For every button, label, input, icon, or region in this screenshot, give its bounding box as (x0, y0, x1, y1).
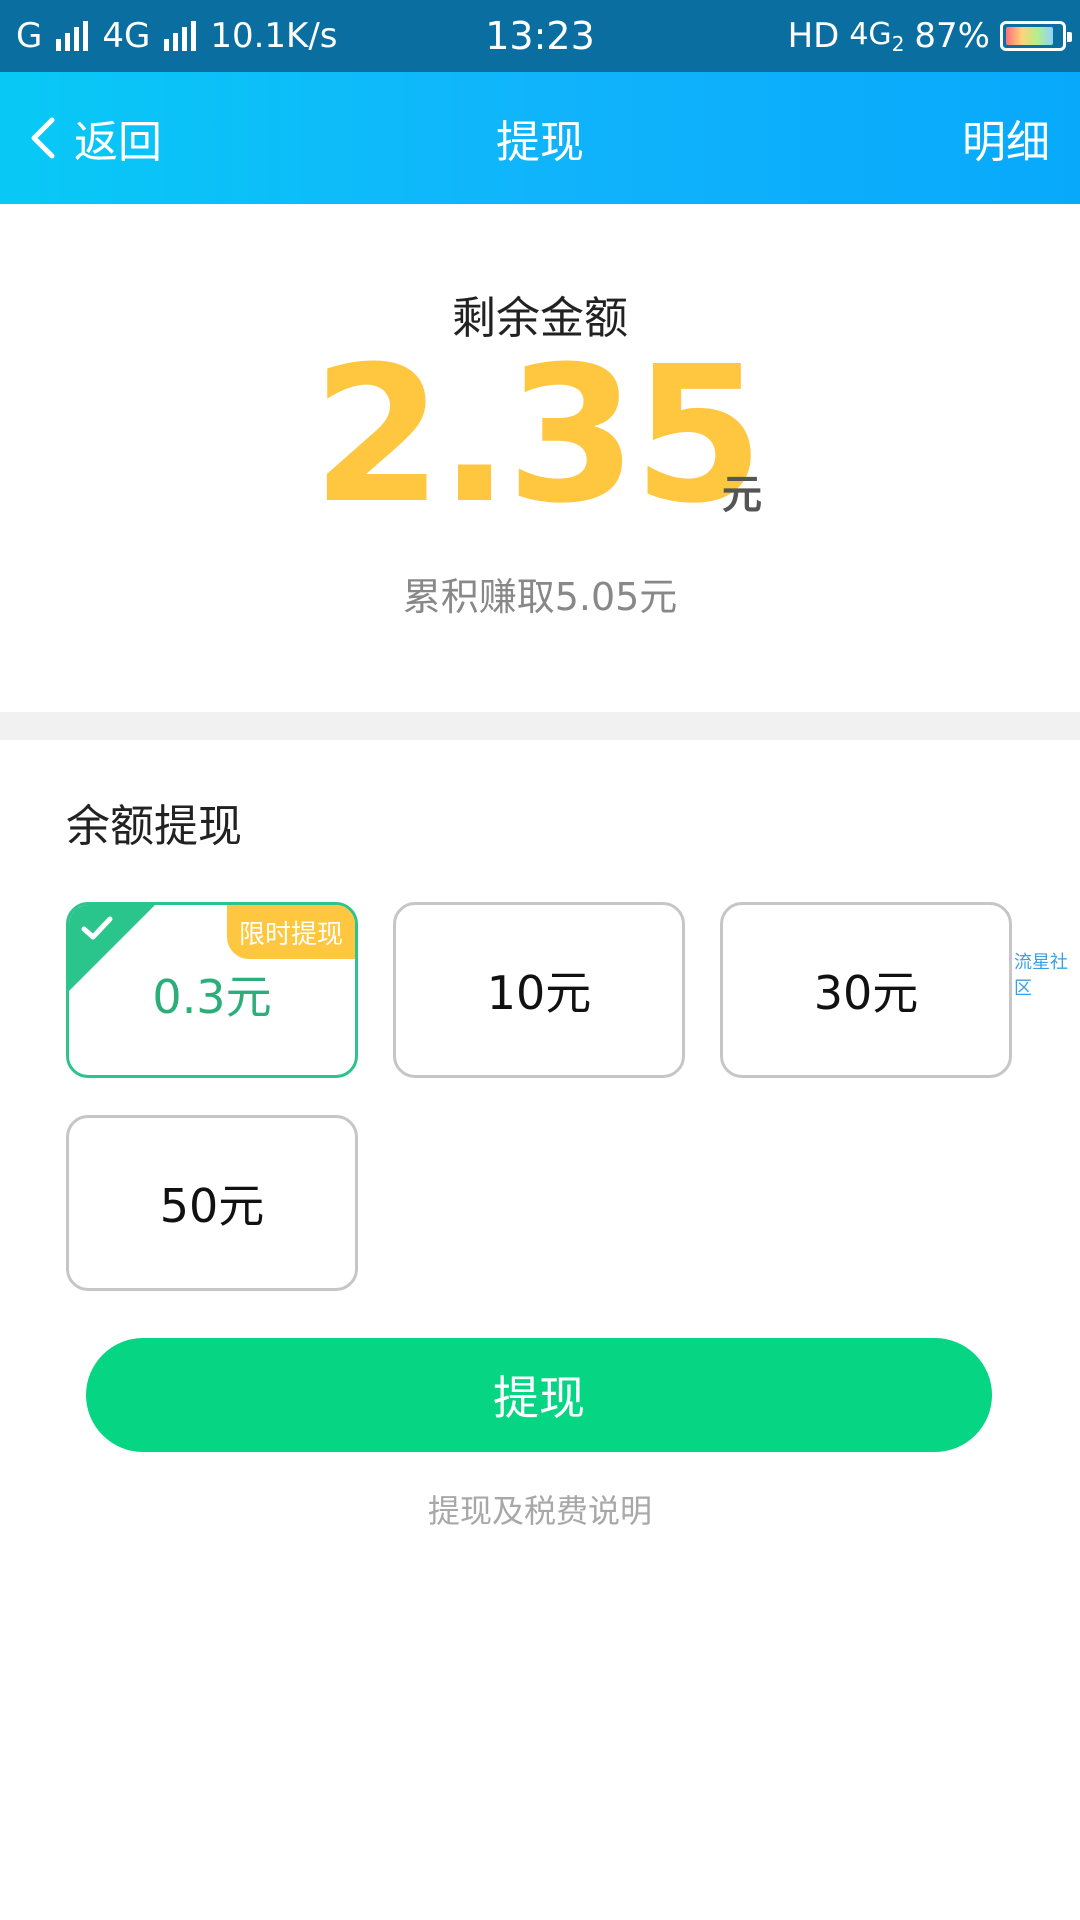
section-divider (0, 712, 1080, 740)
withdraw-option-50[interactable]: 50元 (66, 1115, 358, 1291)
status-right: HD 4G2 87% (787, 0, 1072, 72)
option-label: 30元 (813, 966, 919, 1020)
withdraw-option-30[interactable]: 30元 (720, 902, 1012, 1078)
lte-label: 4G (849, 16, 892, 52)
battery-fill (1006, 27, 1053, 45)
withdraw-option-10[interactable]: 10元 (393, 902, 685, 1078)
limited-time-tag: 限时提现 (226, 905, 355, 959)
earned-total: 累积赚取5.05元 (402, 575, 678, 619)
option-label: 50元 (159, 1179, 265, 1233)
status-bar: G 4G 10.1K/s 13:23 HD 4G2 87% (0, 0, 1080, 72)
lte-sub-label: 2 (891, 31, 905, 56)
option-label: 10元 (486, 966, 592, 1020)
withdraw-button[interactable]: 提现 (86, 1338, 992, 1452)
check-icon (81, 916, 113, 940)
battery-icon (1000, 21, 1072, 51)
withdraw-option-0-3[interactable]: 限时提现 0.3元 (66, 902, 358, 1078)
balance-amount: 2.35 (312, 326, 764, 545)
balance-unit: 元 (722, 472, 762, 518)
nav-bar: 返回 提现 明细 (0, 72, 1080, 204)
battery-percent: 87% (914, 16, 990, 56)
watermark-text: 流星社区 (1014, 952, 1068, 999)
page-title: 提现 (496, 117, 584, 168)
tax-info-link[interactable]: 提现及税费说明 (0, 1486, 1080, 1532)
option-label: 0.3元 (152, 970, 272, 1024)
balance-section: 剩余金额 2.35 元 累积赚取5.05元 (0, 204, 1080, 712)
lte-icon: 4G2 (849, 17, 904, 56)
withdraw-section-title: 余额提现 (66, 801, 242, 852)
hd-label: HD (787, 16, 840, 56)
detail-link[interactable]: 明细 (962, 72, 1050, 204)
